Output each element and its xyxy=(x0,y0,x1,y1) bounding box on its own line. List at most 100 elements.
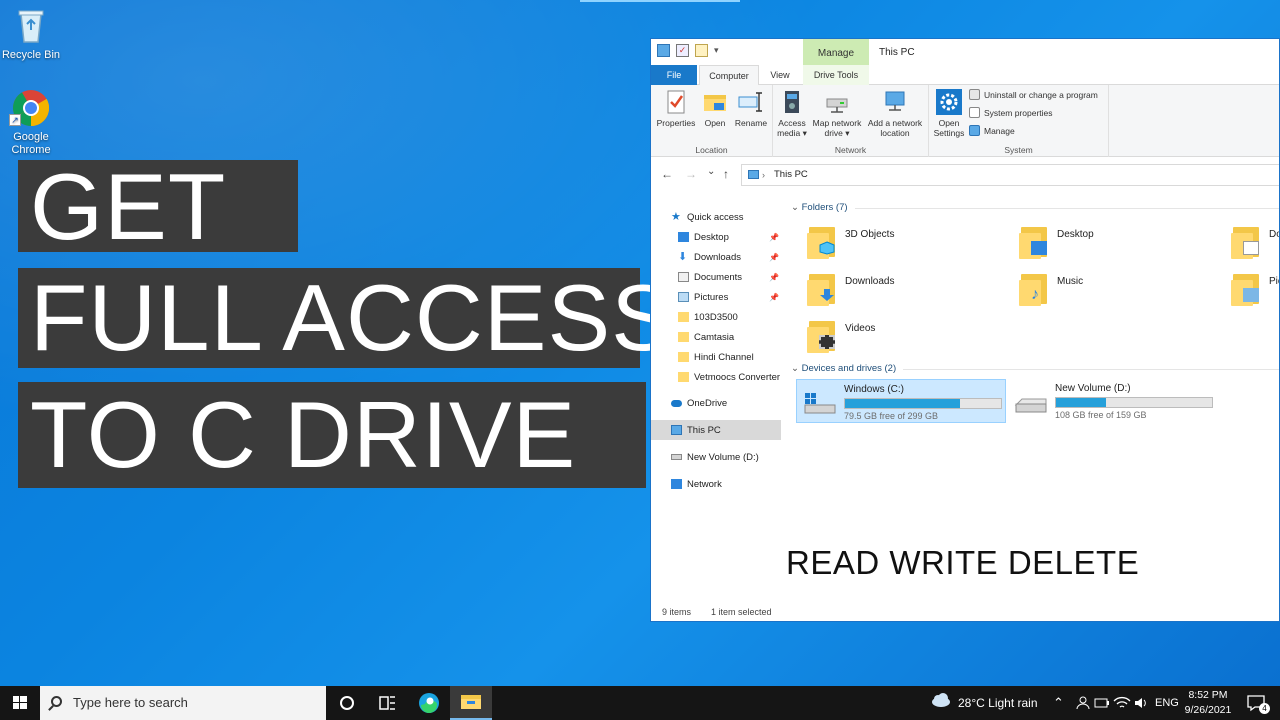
folder-icon xyxy=(1019,223,1049,259)
properties-button[interactable]: Properties xyxy=(655,89,697,128)
folder-documents[interactable]: Documents xyxy=(1231,223,1279,267)
folder-pictures[interactable]: Pictures xyxy=(1231,270,1279,314)
folder-desktop[interactable]: Desktop xyxy=(1019,223,1219,267)
group-label-system: System xyxy=(1004,145,1033,155)
map-network-drive-label: Map network xyxy=(812,118,862,128)
uninstall-program-button[interactable]: Uninstall or change a program xyxy=(969,89,1098,100)
tab-view[interactable]: View xyxy=(763,65,797,85)
chevron-up-icon[interactable]: ⌃ xyxy=(1053,686,1064,720)
action-center-button[interactable]: 4 xyxy=(1240,686,1274,720)
people-tray-button[interactable] xyxy=(1072,686,1094,720)
folder-icon xyxy=(807,223,837,259)
cortana-button[interactable] xyxy=(326,686,368,720)
properties-qat-icon[interactable]: ✓ xyxy=(676,44,689,57)
folders-section-header[interactable]: ⌄ Folders (7) xyxy=(791,202,848,213)
pictures-icon xyxy=(678,292,689,302)
this-pc-icon xyxy=(671,425,682,435)
desktop-icon-recycle-bin[interactable]: Recycle Bin xyxy=(0,6,62,62)
folder-videos[interactable]: Videos xyxy=(807,317,1007,361)
folder-3d-objects[interactable]: 3D Objects xyxy=(807,223,1007,267)
up-button[interactable]: ↑ xyxy=(723,167,729,181)
address-input[interactable]: › This PC xyxy=(741,164,1279,186)
add-network-location-icon xyxy=(882,89,908,115)
context-tab-manage[interactable]: Manage xyxy=(803,39,869,65)
forward-button[interactable]: → xyxy=(685,167,697,181)
cloud-rain-icon xyxy=(932,693,950,707)
volume-tray-button[interactable] xyxy=(1132,686,1152,720)
section-title: Folders (7) xyxy=(801,202,848,213)
open-settings-button[interactable]: Open Settings xyxy=(931,89,967,138)
nav-downloads[interactable]: ⬇ Downloads 📌 xyxy=(651,247,783,267)
tab-drive-tools[interactable]: Drive Tools xyxy=(803,65,869,85)
add-network-location-button[interactable]: Add a network location xyxy=(865,89,925,138)
nav-new-volume[interactable]: New Volume (D:) xyxy=(651,447,783,467)
access-media-label-2: media ▾ xyxy=(777,128,807,138)
address-bar-row: ← → ⌄ ↑ › This PC xyxy=(651,161,1279,189)
taskbar-search-input[interactable]: Type here to search xyxy=(40,686,326,720)
nav-label: Documents xyxy=(694,271,743,283)
banner-line-3: TO C DRIVE xyxy=(18,382,646,488)
nav-pictures[interactable]: Pictures 📌 xyxy=(651,287,783,307)
nav-label: Vetmoocs Converter xyxy=(694,371,781,383)
drive-free-space: 79.5 GB free of 299 GB xyxy=(844,411,939,421)
weather-text[interactable]: 28°C Light rain xyxy=(958,686,1038,720)
desktop-icon-chrome[interactable]: ↗ Google Chrome xyxy=(0,88,62,157)
back-button[interactable]: ← xyxy=(661,167,673,181)
people-icon xyxy=(1076,696,1090,710)
folder-icon xyxy=(678,352,689,362)
rename-label: Rename xyxy=(734,118,768,128)
access-media-button[interactable]: Access media ▾ xyxy=(775,89,809,138)
drive-usage-bar xyxy=(1055,397,1213,408)
customize-qat-icon[interactable]: ▾ xyxy=(714,45,719,56)
manage-button[interactable]: Manage xyxy=(969,125,1015,136)
language-indicator[interactable]: ENG xyxy=(1155,686,1179,720)
nav-quick-access[interactable]: ★ Quick access xyxy=(651,207,783,227)
start-button[interactable] xyxy=(0,686,40,720)
uninstall-icon xyxy=(969,89,980,100)
tab-computer[interactable]: Computer xyxy=(699,65,759,85)
shortcut-arrow-icon: ↗ xyxy=(9,114,21,126)
new-folder-qat-icon[interactable] xyxy=(695,44,708,57)
nav-recent-folder[interactable]: Vetmoocs Converter xyxy=(651,367,783,387)
status-selection: 1 item selected xyxy=(711,607,772,617)
address-path: This PC xyxy=(774,169,808,180)
group-label-network: Network xyxy=(834,145,867,155)
nav-label: Downloads xyxy=(694,251,741,263)
folder-downloads[interactable]: Downloads xyxy=(807,270,1007,314)
drive-new-volume-d[interactable]: New Volume (D:) 108 GB free of 159 GB xyxy=(1008,379,1218,423)
taskbar-edge[interactable] xyxy=(408,686,450,720)
nav-recent-folder[interactable]: 103D3500 xyxy=(651,307,783,327)
drive-windows-c[interactable]: Windows (C:) 79.5 GB free of 299 GB xyxy=(796,379,1006,423)
notification-icon xyxy=(1247,695,1265,712)
system-properties-icon xyxy=(969,107,980,118)
map-network-drive-button[interactable]: Map network drive ▾ xyxy=(809,89,865,138)
system-properties-button[interactable]: System properties xyxy=(969,107,1053,118)
open-button[interactable]: Open xyxy=(699,89,731,128)
weather-button[interactable] xyxy=(928,686,954,720)
drives-section-header[interactable]: ⌄ Devices and drives (2) xyxy=(791,363,896,374)
battery-tray-button[interactable] xyxy=(1092,686,1112,720)
uninstall-label: Uninstall or change a program xyxy=(984,89,1098,100)
wifi-tray-button[interactable] xyxy=(1112,686,1132,720)
tab-file[interactable]: File xyxy=(651,65,697,85)
nav-desktop[interactable]: Desktop 📌 xyxy=(651,227,783,247)
nav-this-pc[interactable]: This PC xyxy=(651,420,781,440)
access-media-label: Access xyxy=(778,118,806,128)
star-icon: ★ xyxy=(671,211,681,223)
nav-documents[interactable]: Documents 📌 xyxy=(651,267,783,287)
folder-music[interactable]: ♪ Music xyxy=(1019,270,1219,314)
nav-label: 103D3500 xyxy=(694,311,738,323)
clock[interactable]: 8:52 PM 9/26/2021 xyxy=(1178,688,1238,718)
banner-line-2: FULL ACCESS xyxy=(18,268,674,368)
folder-name: Videos xyxy=(845,323,876,334)
recent-locations-button[interactable]: ⌄ xyxy=(707,166,715,177)
nav-recent-folder[interactable]: Hindi Channel xyxy=(651,347,783,367)
file-explorer-icon xyxy=(461,695,481,709)
task-view-button[interactable] xyxy=(366,686,408,720)
nav-network[interactable]: Network xyxy=(651,474,783,494)
rename-button[interactable]: Rename xyxy=(733,89,769,128)
nav-recent-folder[interactable]: Camtasia xyxy=(651,327,783,347)
gear-icon xyxy=(936,89,962,115)
taskbar-file-explorer[interactable] xyxy=(450,686,492,720)
nav-onedrive[interactable]: OneDrive xyxy=(651,393,783,413)
